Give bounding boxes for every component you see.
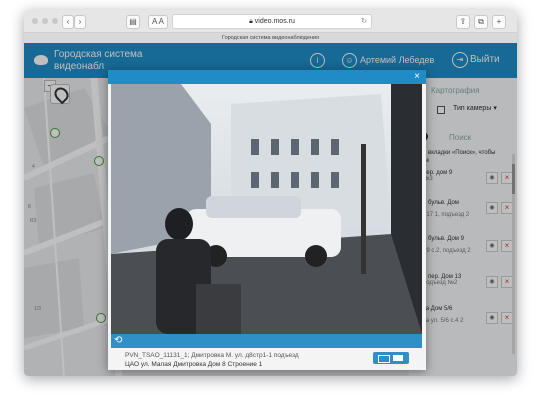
camera-id: PVN_TSAO_11131_1; Дмитровка М. ул. д8стр… xyxy=(125,352,299,359)
camera-address: ЦАО ул. Малая Дмитровка Дом 8 Строение 1 xyxy=(125,361,263,368)
tab-title[interactable]: Городская система видеонаблюдения xyxy=(24,33,517,43)
url-text: video.mos.ru xyxy=(254,18,295,25)
sidebar-toggle-icon[interactable]: ▤ xyxy=(126,15,140,29)
browser-window: ‹ › ▤ A A 🔒︎ video.mos.ru ↻ ⇪ ⧉ + Городс… xyxy=(24,10,517,376)
reload-icon[interactable]: ↻ xyxy=(361,15,367,28)
text-size-button[interactable]: A A xyxy=(148,15,168,29)
new-tab-icon[interactable]: + xyxy=(492,15,506,29)
tabs-overview-icon[interactable]: ⧉ xyxy=(474,15,488,29)
back-button[interactable]: ‹ xyxy=(62,15,74,29)
fullscreen-toggle[interactable] xyxy=(373,352,409,364)
minimize-window-dot[interactable] xyxy=(42,18,48,24)
fullscreen-icon xyxy=(393,355,403,361)
zoom-window-dot[interactable] xyxy=(52,18,58,24)
video-controls: ⟲ xyxy=(111,334,422,348)
camera-video-frame[interactable] xyxy=(111,84,422,334)
window-icon xyxy=(378,355,390,363)
browser-toolbar: ‹ › ▤ A A 🔒︎ video.mos.ru ↻ ⇪ ⧉ + xyxy=(24,10,517,33)
street-scene xyxy=(111,84,422,334)
close-icon[interactable]: × xyxy=(414,71,420,82)
share-icon[interactable]: ⇪ xyxy=(456,15,470,29)
camera-info: PVN_TSAO_11131_1; Дмитровка М. ул. д8стр… xyxy=(111,350,422,370)
video-modal: × ⟲ PVN_TSAO_11131_1; Дмитровка М. ул. д… xyxy=(108,70,426,370)
refresh-icon[interactable]: ⟲ xyxy=(114,335,126,347)
lock-icon: 🔒︎ xyxy=(249,18,253,25)
forward-button[interactable]: › xyxy=(74,15,86,29)
close-window-dot[interactable] xyxy=(32,18,38,24)
address-bar[interactable]: 🔒︎ video.mos.ru ↻ xyxy=(172,14,372,29)
modal-title-bar: × xyxy=(108,70,426,84)
video-timeline[interactable] xyxy=(131,334,401,348)
